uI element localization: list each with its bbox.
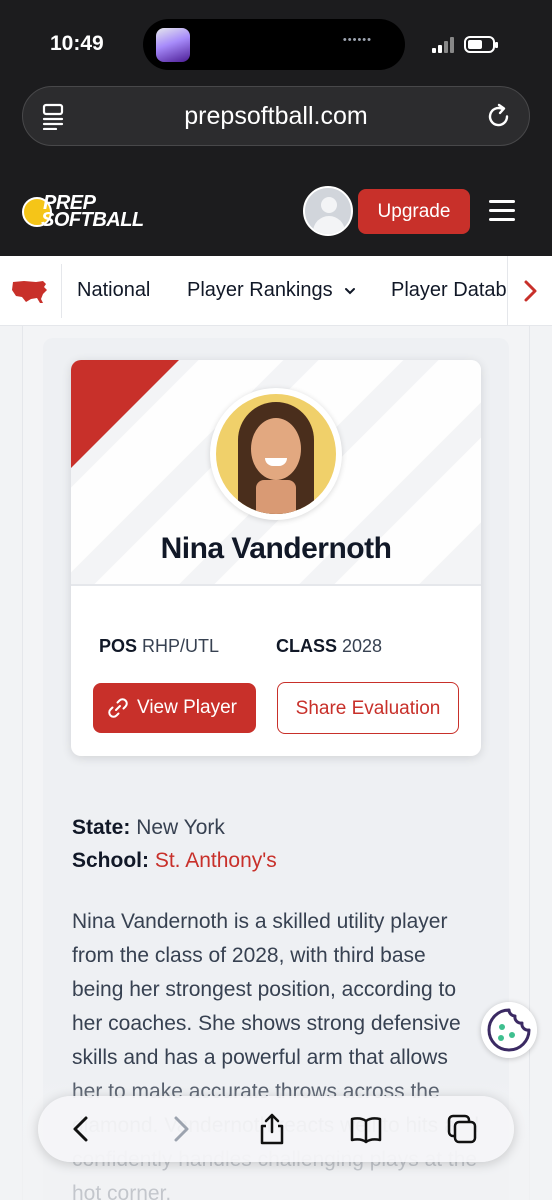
player-class: CLASS 2028	[276, 636, 382, 657]
battery-icon	[464, 36, 498, 53]
browser-chrome: 10:49 •••••• prepsoftball.com	[0, 0, 552, 165]
nav-divider	[61, 264, 62, 318]
nav-item-player-rankings[interactable]: Player Rankings	[187, 279, 356, 302]
player-school: School: St. Anthony's	[72, 849, 277, 873]
school-link[interactable]: St. Anthony's	[155, 849, 277, 872]
cookie-icon[interactable]	[481, 1002, 537, 1058]
nav-item-player-database[interactable]: Player Datab	[391, 279, 507, 302]
pos-label: POS	[99, 636, 138, 656]
section-nav: National Player Rankings Player Datab	[0, 256, 552, 326]
nav-item-label: Player Rankings	[187, 279, 333, 301]
view-player-button[interactable]: View Player	[93, 683, 256, 733]
share-icon[interactable]	[256, 1113, 288, 1145]
nav-item-national[interactable]: National	[77, 279, 150, 302]
upgrade-button[interactable]: Upgrade	[358, 189, 470, 234]
pos-value: RHP/UTL	[142, 636, 220, 656]
state-label: State:	[72, 816, 131, 839]
now-playing-thumbnail	[156, 28, 190, 62]
chevron-down-icon	[345, 287, 356, 295]
user-avatar[interactable]	[303, 186, 353, 236]
address-bar[interactable]: prepsoftball.com	[22, 86, 530, 146]
prep-softball-logo[interactable]: PREP SOFTBALL	[22, 192, 144, 231]
state-value: New York	[136, 816, 225, 839]
class-label: CLASS	[276, 636, 338, 656]
dynamic-island: ••••••	[143, 19, 405, 70]
reload-icon[interactable]	[485, 103, 512, 130]
player-state: State: New York	[72, 816, 225, 840]
chevron-right-icon[interactable]	[519, 278, 541, 304]
share-evaluation-button[interactable]: Share Evaluation	[277, 682, 459, 734]
forward-icon[interactable]	[164, 1113, 196, 1145]
tabs-icon[interactable]	[446, 1113, 478, 1145]
status-time: 10:49	[50, 32, 104, 55]
bookmarks-icon[interactable]	[350, 1113, 382, 1145]
school-label: School:	[72, 849, 149, 872]
player-card: Nina Vandernoth POS RHP/UTL CLASS 2028 Vie…	[71, 360, 481, 756]
activity-dots: ••••••	[342, 34, 372, 46]
player-photo	[210, 388, 342, 520]
player-position: POS RHP/UTL	[99, 636, 219, 657]
browser-toolbar	[38, 1096, 514, 1162]
view-player-label: View Player	[137, 697, 237, 718]
hamburger-menu-icon[interactable]	[489, 200, 515, 222]
usa-map-icon[interactable]	[10, 278, 50, 304]
back-icon[interactable]	[66, 1113, 98, 1145]
cellular-signal-icon	[432, 37, 458, 53]
url-text[interactable]: prepsoftball.com	[23, 102, 529, 131]
red-corner-accent	[71, 360, 179, 468]
logo-text-softball: SOFTBALL	[41, 209, 144, 231]
link-icon	[108, 698, 128, 718]
class-value: 2028	[342, 636, 383, 656]
player-name: Nina Vandernoth	[160, 532, 392, 565]
player-card-banner: Nina Vandernoth	[71, 360, 481, 586]
